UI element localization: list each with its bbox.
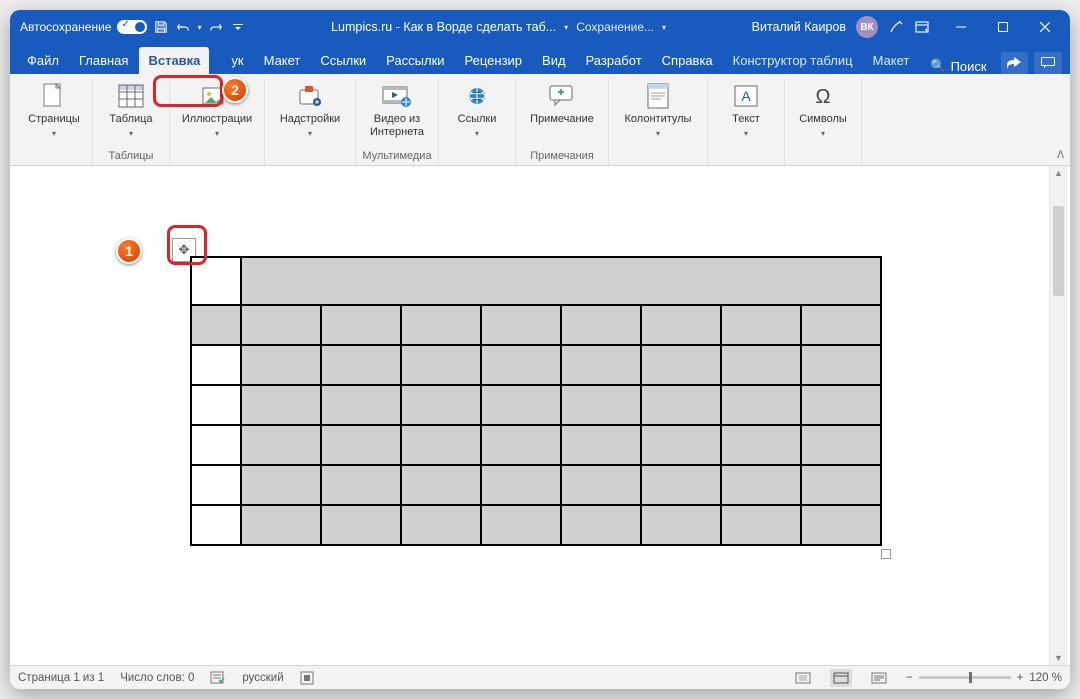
view-focus-button[interactable]: [792, 669, 814, 687]
callout-2: 2: [222, 77, 248, 103]
tab-view[interactable]: Вид: [533, 47, 575, 74]
autosave-label: Автосохранение: [20, 20, 111, 34]
application-window: Автосохранение ✓ ▾ Lumpics.ru - Как в Во…: [10, 10, 1070, 689]
symbols-button[interactable]: Ω Символы▾: [791, 78, 855, 140]
qat-customize-icon[interactable]: [230, 19, 246, 35]
comment-button[interactable]: Примечание: [522, 78, 602, 128]
callout-1: 1: [116, 238, 142, 264]
title-caret-icon[interactable]: ▾: [564, 23, 568, 32]
table-row: [191, 305, 881, 345]
tab-home[interactable]: Главная: [70, 47, 137, 74]
tab-layout[interactable]: Макет: [255, 47, 310, 74]
headers-footers-button[interactable]: Колонтитулы▾: [615, 78, 701, 140]
document-area[interactable]: ✥: [10, 166, 1070, 665]
titlebar: Автосохранение ✓ ▾ Lumpics.ru - Как в Во…: [10, 10, 1070, 44]
maximize-button[interactable]: [982, 10, 1024, 44]
scroll-down-icon[interactable]: ▼: [1050, 653, 1067, 663]
saving-status: Сохранение...: [576, 20, 654, 34]
zoom-in-button[interactable]: +: [1017, 672, 1024, 684]
autosave-toggle[interactable]: ✓: [117, 20, 147, 34]
scroll-thumb[interactable]: [1053, 206, 1064, 296]
redo-icon[interactable]: [208, 19, 224, 35]
view-web-button[interactable]: [868, 669, 890, 687]
table-row: [191, 385, 881, 425]
tab-insert[interactable]: Вставка: [139, 47, 209, 74]
comments-group-label: Примечания: [530, 148, 594, 165]
table-button[interactable]: Таблица▾: [99, 78, 163, 140]
tab-help[interactable]: Справка: [653, 47, 722, 74]
zoom-control[interactable]: − + 120 %: [906, 672, 1062, 684]
ribbon-options-icon[interactable]: [914, 19, 930, 35]
ribbon: Страницы▾ Таблица▾ Таблицы: [10, 74, 1070, 166]
media-group-label: Мультимедиа: [362, 148, 431, 165]
save-icon[interactable]: [153, 19, 169, 35]
scroll-up-icon[interactable]: ▲: [1050, 168, 1067, 178]
document-title: Lumpics.ru - Как в Ворде сделать таб...: [331, 20, 556, 34]
collapse-ribbon-icon[interactable]: ᐱ: [1057, 150, 1064, 161]
table-resize-handle[interactable]: [881, 549, 891, 559]
table-row: [191, 425, 881, 465]
avatar[interactable]: ВК: [856, 16, 878, 38]
zoom-out-button[interactable]: −: [906, 672, 913, 684]
comment-icon: [546, 82, 578, 110]
link-icon: [461, 82, 493, 110]
draw-mode-icon[interactable]: [888, 19, 904, 35]
tab-review[interactable]: Рецензир: [456, 47, 532, 74]
table-row: [191, 465, 881, 505]
zoom-slider[interactable]: [919, 676, 1011, 679]
status-page[interactable]: Страница 1 из 1: [18, 672, 104, 684]
text-icon: A: [730, 82, 762, 110]
symbol-icon: Ω: [807, 82, 839, 110]
vertical-scrollbar[interactable]: ▲ ▼: [1049, 166, 1067, 665]
document-table[interactable]: [190, 256, 882, 546]
minimize-button[interactable]: [940, 10, 982, 44]
tables-group-label: Таблицы: [109, 148, 154, 165]
status-language[interactable]: русский: [242, 672, 283, 684]
text-button[interactable]: A Текст▾: [714, 78, 778, 140]
table-row: [191, 505, 881, 545]
spellcheck-icon[interactable]: [210, 671, 226, 685]
search-box[interactable]: 🔍 Поиск: [922, 58, 994, 74]
share-button[interactable]: [1001, 52, 1029, 74]
status-word-count[interactable]: Число слов: 0: [120, 672, 194, 684]
undo-menu-caret[interactable]: ▾: [197, 23, 201, 32]
online-video-button[interactable]: Видео из Интернета: [362, 78, 432, 140]
zoom-value[interactable]: 120 %: [1029, 672, 1062, 684]
search-icon: 🔍: [930, 58, 946, 74]
header-footer-icon: [642, 82, 674, 110]
undo-icon[interactable]: [175, 19, 191, 35]
page-icon: [38, 82, 70, 110]
close-button[interactable]: [1024, 10, 1066, 44]
saving-caret-icon[interactable]: ▾: [662, 23, 666, 32]
pages-button[interactable]: Страницы▾: [22, 78, 86, 140]
search-label: Поиск: [951, 59, 987, 74]
tab-references[interactable]: Ссылки: [311, 47, 375, 74]
tab-table-design[interactable]: Конструктор таблиц: [724, 47, 862, 74]
addins-icon: [294, 82, 326, 110]
table-icon: [115, 82, 147, 110]
tab-developer[interactable]: Разработ: [577, 47, 651, 74]
comments-button[interactable]: [1034, 52, 1062, 74]
user-name[interactable]: Виталий Каиров: [752, 20, 846, 34]
tab-file[interactable]: Файл: [18, 47, 68, 74]
table-row: [191, 345, 881, 385]
tab-draw-cut[interactable]: ук: [211, 47, 252, 74]
tab-mailings[interactable]: Рассылки: [377, 47, 453, 74]
svg-text:Ω: Ω: [816, 86, 831, 107]
table-row: [191, 257, 881, 305]
addins-button[interactable]: Надстройки▾: [271, 78, 349, 140]
macro-record-icon[interactable]: [300, 671, 314, 685]
svg-text:A: A: [741, 88, 751, 104]
status-bar: Страница 1 из 1 Число слов: 0 русский − …: [10, 665, 1070, 689]
links-button[interactable]: Ссылки▾: [445, 78, 509, 140]
tab-table-layout[interactable]: Макет: [864, 47, 919, 74]
view-print-button[interactable]: [830, 669, 852, 687]
video-icon: [381, 82, 413, 110]
ribbon-tabs: Файл Главная Вставка ук Макет Ссылки Рас…: [10, 44, 1070, 74]
